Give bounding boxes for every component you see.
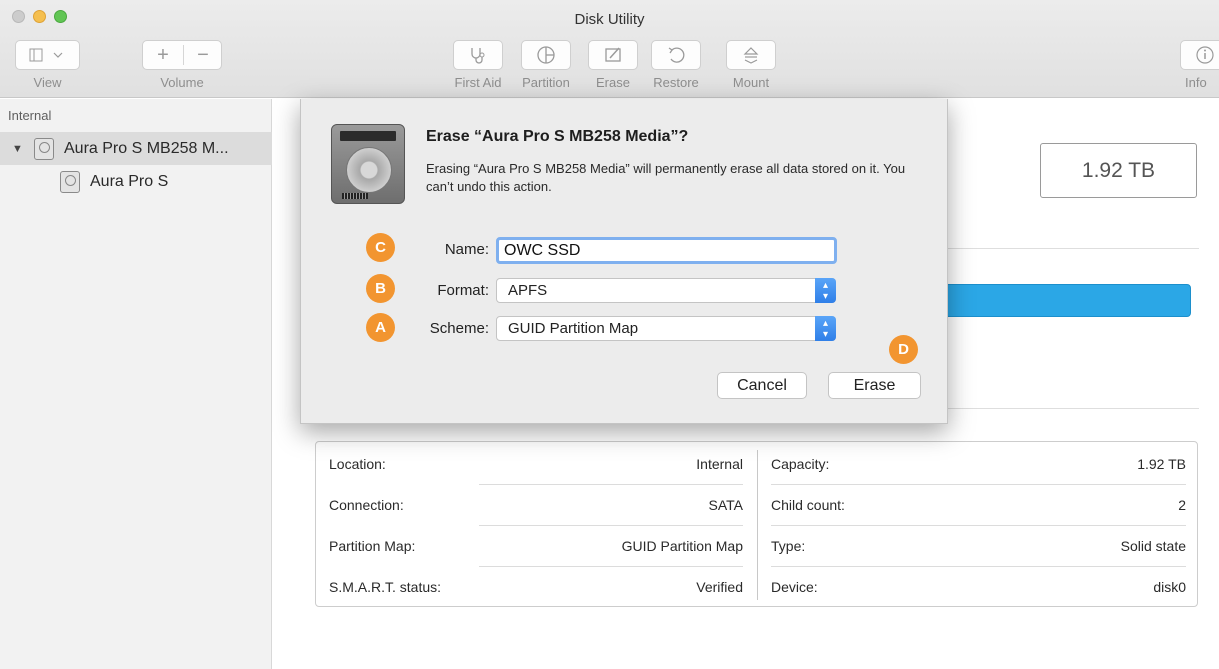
info-icon (1196, 46, 1214, 64)
erase-toolbar-button[interactable] (588, 40, 638, 70)
info-value: 1.92 TB (1137, 455, 1186, 472)
divider (948, 408, 1199, 409)
restore-label: Restore (653, 75, 699, 90)
disclosure-triangle-icon[interactable]: ▼ (12, 143, 34, 155)
sidebar: Internal ▼ Aura Pro S MB258 M... Aura Pr… (0, 99, 272, 669)
erase-dialog: Erase “Aura Pro S MB258 Media”? Erasing … (300, 99, 948, 424)
info-row-child-count: Child count: 2 (771, 484, 1186, 525)
divider (948, 248, 1199, 249)
name-label: Name: (444, 241, 489, 258)
annotation-badge-b: B (366, 274, 395, 303)
window-title: Disk Utility (574, 11, 645, 28)
info-table: Location: Internal Connection: SATA Part… (315, 441, 1198, 607)
view-button[interactable] (15, 40, 80, 70)
info-row-type: Type: Solid state (771, 525, 1186, 566)
view-label: View (33, 75, 62, 90)
info-value: Solid state (1120, 537, 1186, 554)
scheme-label: Scheme: (429, 320, 489, 337)
drive-label-strip (340, 131, 396, 141)
annotation-badge-d: D (889, 335, 918, 364)
select-arrows-icon: ▴ ▾ (815, 278, 836, 303)
info-value: Verified (696, 578, 743, 595)
info-row-smart-status: S.M.A.R.T. status: Verified (329, 566, 743, 607)
drive-connector (342, 193, 368, 199)
info-label: Capacity: (771, 455, 830, 472)
dialog-message: Erasing “Aura Pro S MB258 Media” will pe… (426, 161, 906, 194)
annotation-badge-c: C (366, 233, 395, 262)
drive-platter (346, 147, 392, 193)
info-value: 2 (1178, 496, 1186, 513)
toolbar: Disk Utility View + − Volume First Aid P… (0, 0, 1219, 98)
usage-bar (940, 284, 1191, 317)
restore-button[interactable] (651, 40, 701, 70)
info-value: GUID Partition Map (621, 537, 743, 554)
cancel-button[interactable]: Cancel (717, 372, 807, 399)
volume-label: Volume (160, 75, 204, 90)
volume-segment: + − (142, 40, 222, 70)
info-label: Info (1185, 75, 1207, 90)
select-arrows-icon: ▴ ▾ (815, 316, 836, 341)
partition-button[interactable] (521, 40, 571, 70)
info-label: S.M.A.R.T. status: (329, 578, 442, 595)
add-volume-button[interactable]: + (153, 44, 173, 67)
info-value: Internal (696, 455, 743, 472)
volume-icon (60, 170, 80, 193)
sidebar-item-disk[interactable]: ▼ Aura Pro S MB258 M... (0, 132, 272, 165)
sidebar-item-volume[interactable]: Aura Pro S (0, 165, 272, 198)
info-label: Device: (771, 578, 818, 595)
first-aid-button[interactable] (453, 40, 503, 70)
erase-button[interactable]: Erase (828, 372, 921, 399)
info-row-connection: Connection: SATA (329, 484, 743, 525)
mount-eject-icon (743, 47, 759, 64)
remove-volume-button[interactable]: − (193, 44, 213, 67)
format-value: APFS (508, 282, 548, 299)
annotation-badge-a: A (366, 313, 395, 342)
disk-icon (34, 137, 54, 160)
scheme-select[interactable]: GUID Partition Map ▴ ▾ (496, 316, 836, 341)
restore-arrow-icon (668, 47, 685, 63)
format-select[interactable]: APFS ▴ ▾ (496, 278, 836, 303)
capacity-display: 1.92 TB (1040, 143, 1197, 198)
sidebar-toggle-icon (29, 48, 62, 62)
erase-pencil-icon (605, 47, 621, 62)
info-label: Type: (771, 537, 806, 554)
info-value: SATA (708, 496, 744, 513)
info-row-capacity: Capacity: 1.92 TB (771, 443, 1186, 484)
hard-drive-icon (331, 124, 405, 204)
scheme-value: GUID Partition Map (508, 320, 639, 337)
erase-toolbar-label: Erase (596, 75, 630, 90)
info-button[interactable] (1180, 40, 1219, 70)
sidebar-section-internal: Internal (8, 108, 52, 123)
mount-label: Mount (732, 75, 770, 90)
name-input[interactable] (496, 237, 837, 264)
info-value: disk0 (1153, 578, 1186, 595)
info-label: Partition Map: (329, 537, 416, 554)
info-row-device: Device: disk0 (771, 566, 1186, 607)
partition-pie-icon (537, 46, 555, 64)
stethoscope-icon (471, 48, 485, 64)
info-label: Child count: (771, 496, 845, 513)
format-label: Format: (437, 282, 489, 299)
info-column-divider (757, 450, 758, 600)
dialog-title: Erase “Aura Pro S MB258 Media”? (426, 128, 689, 145)
info-label: Location: (329, 455, 386, 472)
first-aid-label: First Aid (454, 75, 502, 90)
info-label: Connection: (329, 496, 404, 513)
info-row-partition-map: Partition Map: GUID Partition Map (329, 525, 743, 566)
info-row-location: Location: Internal (329, 443, 743, 484)
sidebar-item-label: Aura Pro S (90, 172, 169, 190)
sidebar-item-label: Aura Pro S MB258 M... (64, 139, 229, 157)
segment-divider (183, 45, 184, 65)
partition-label: Partition (522, 75, 570, 90)
mount-button[interactable] (726, 40, 776, 70)
